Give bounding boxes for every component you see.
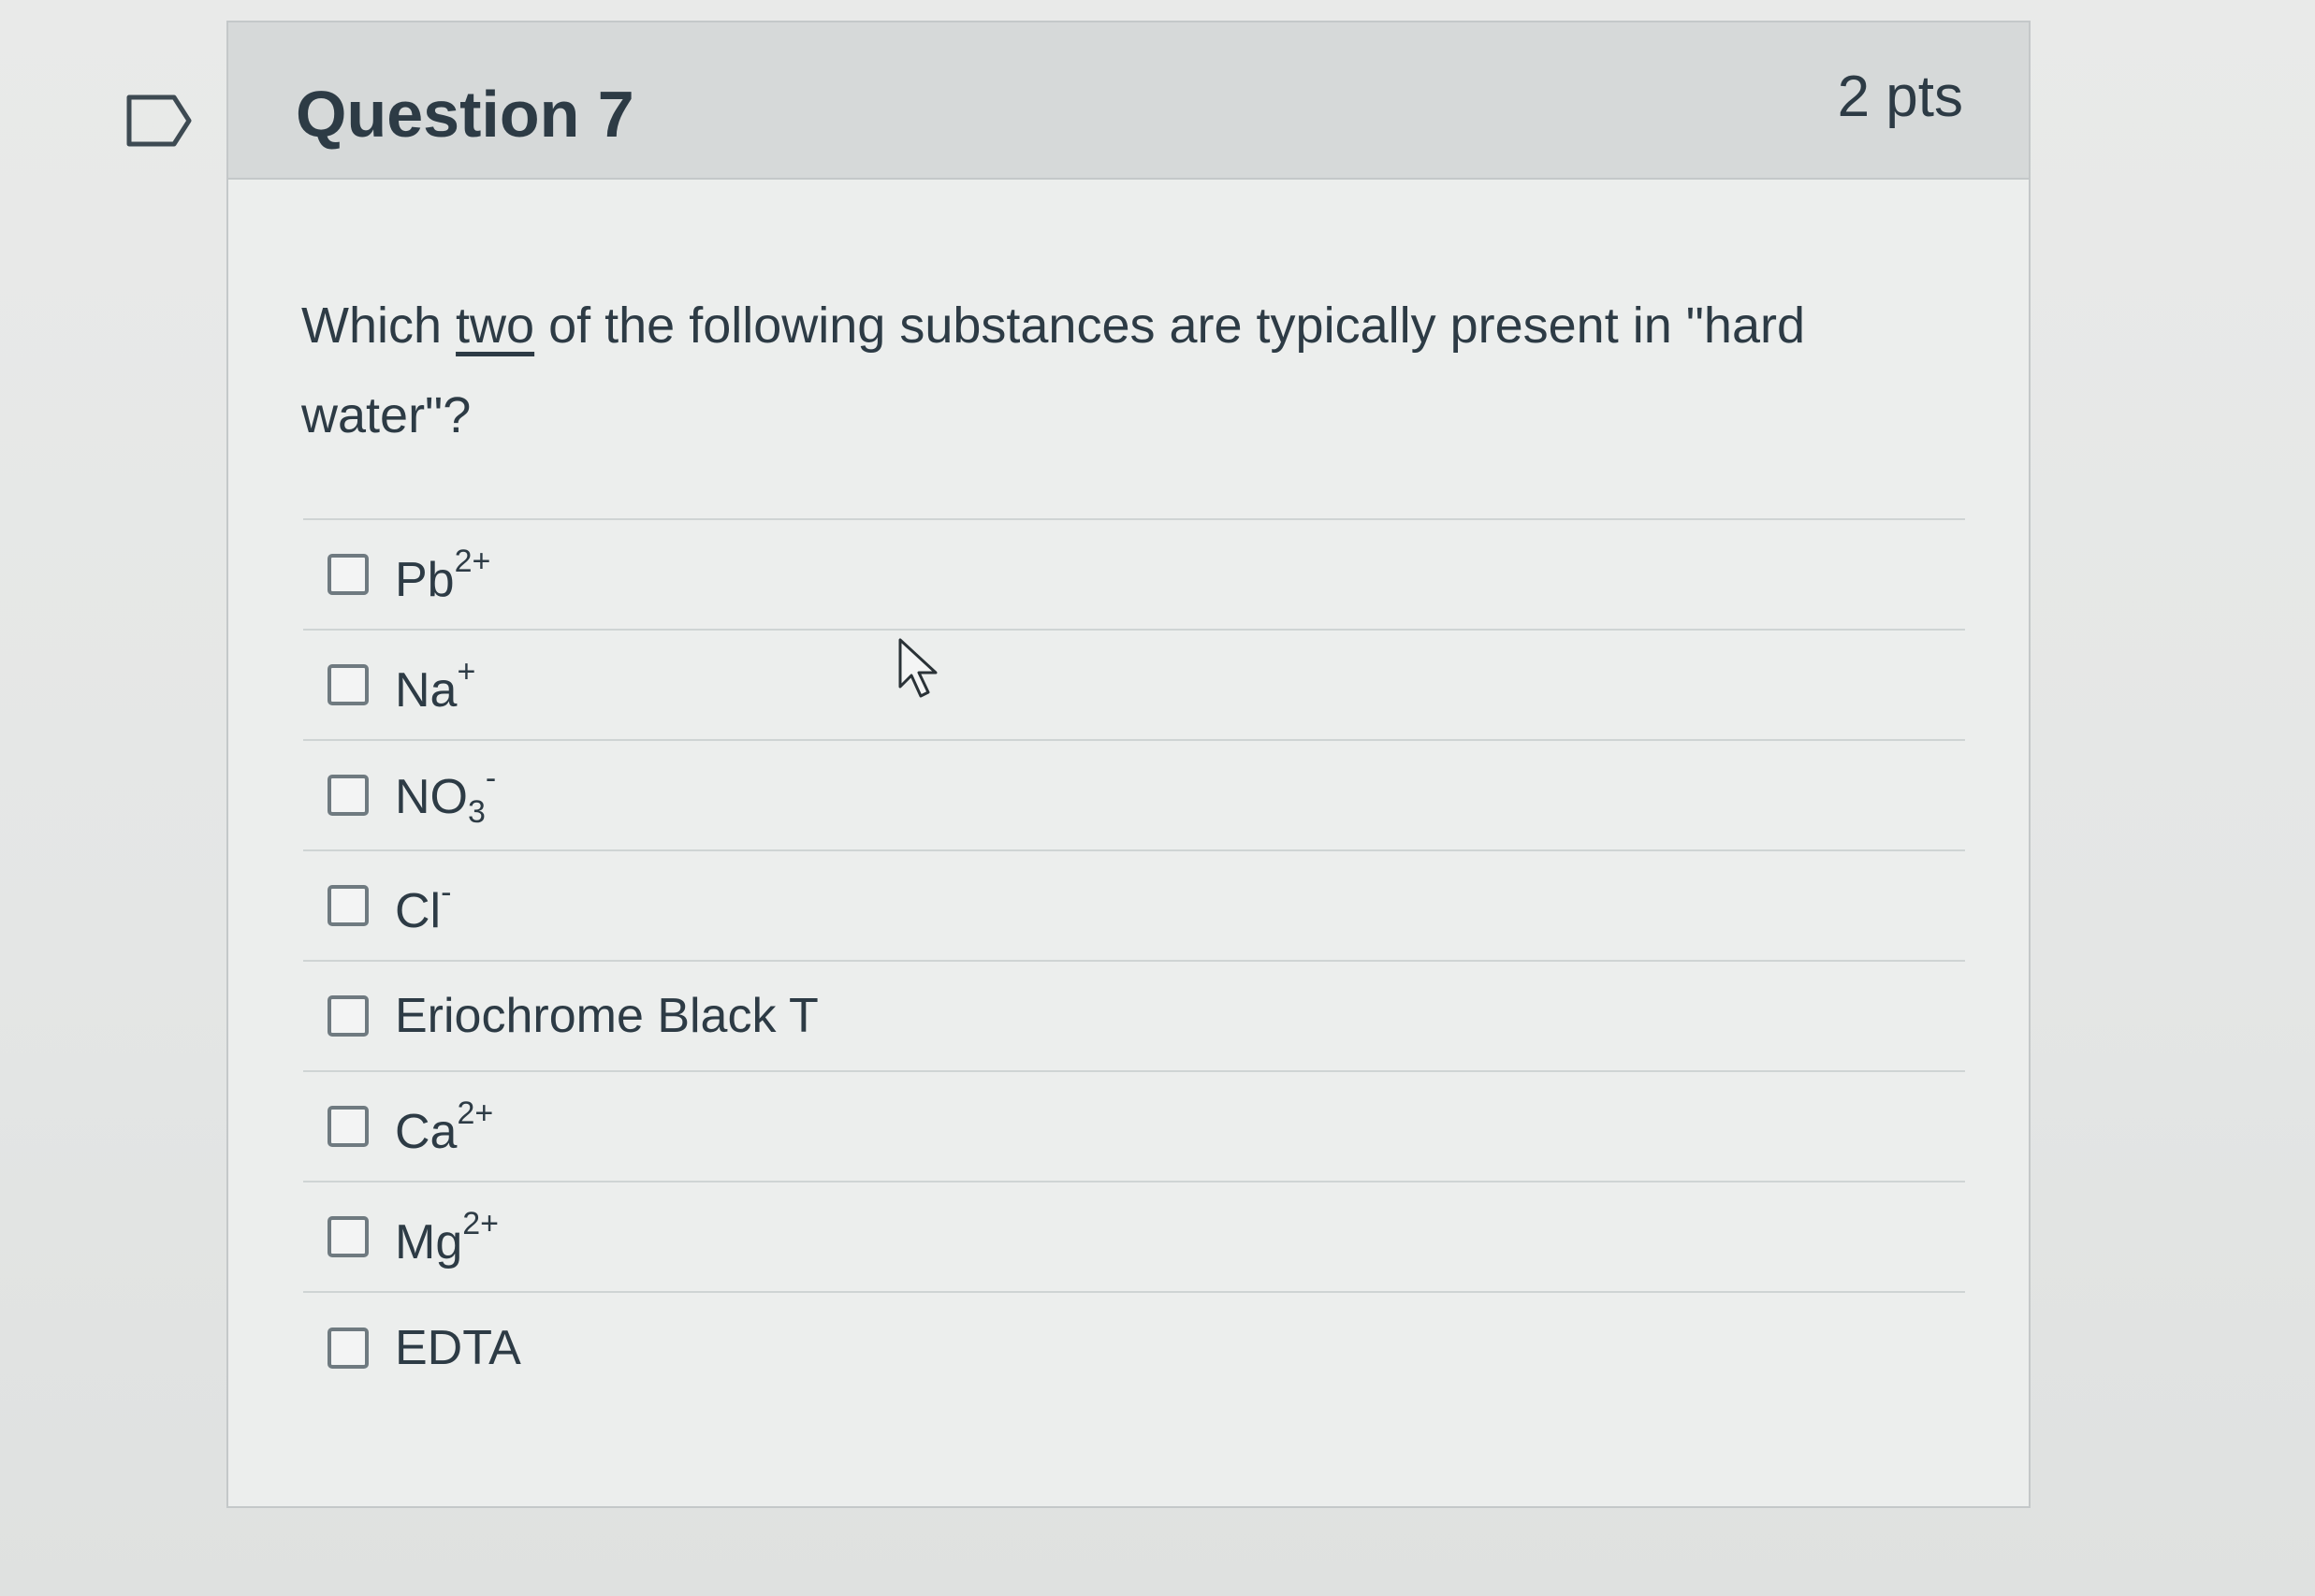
answer-label-base: NO [395, 770, 468, 824]
answer-label: Mg2+ [395, 1208, 499, 1267]
answer-label-sup: 2+ [454, 543, 491, 579]
answer-label: Eriochrome Black T [395, 992, 819, 1040]
answer-label-base: Mg [395, 1214, 463, 1270]
answer-label-sup: - [441, 874, 452, 910]
answer-label-sup: + [457, 653, 476, 689]
answer-checkbox[interactable] [328, 775, 369, 816]
answer-option[interactable]: Cl- [303, 851, 1965, 962]
answer-checkbox[interactable] [328, 554, 369, 595]
answer-label-base: Pb [395, 552, 455, 607]
answer-label-base: Na [395, 662, 458, 718]
answer-option[interactable]: Na+ [303, 631, 1965, 741]
answer-checkbox[interactable] [328, 664, 369, 705]
mouse-pointer-icon [898, 638, 938, 698]
answer-label: Cl- [395, 877, 451, 936]
answer-label-base: EDTA [395, 1321, 521, 1375]
answer-checkbox[interactable] [328, 885, 369, 926]
answer-label-base: Cl [395, 883, 442, 938]
quiz-screen: Question 7 2 pts Which two of the follow… [0, 0, 2315, 1596]
answer-label-sup: 2+ [462, 1205, 500, 1241]
question-text: Which two of the following substances ar… [301, 281, 1948, 460]
answer-label: NO3- [395, 762, 496, 828]
question-header: Question 7 2 pts [228, 22, 2029, 180]
answer-label-sub: 3 [468, 794, 486, 830]
answer-label: EDTA [395, 1324, 521, 1372]
answer-label-base: Ca [395, 1104, 458, 1159]
answer-label: Ca2+ [395, 1097, 493, 1156]
flag-question-icon[interactable] [125, 94, 193, 148]
answer-option[interactable]: NO3- [303, 741, 1965, 851]
answer-option[interactable]: Ca2+ [303, 1072, 1965, 1182]
answer-option[interactable]: EDTA [303, 1293, 1965, 1403]
answer-checkbox[interactable] [328, 1216, 369, 1257]
answer-list: Pb2+ Na+ NO3- Cl- Eriochrome Black T Ca2… [303, 518, 1965, 1403]
question-text-emphasis: two [456, 297, 535, 354]
answer-checkbox[interactable] [328, 995, 369, 1037]
answer-option[interactable]: Mg2+ [303, 1182, 1965, 1293]
answer-option[interactable]: Pb2+ [303, 520, 1965, 631]
answer-checkbox[interactable] [328, 1106, 369, 1147]
question-points: 2 pts [1837, 65, 1963, 129]
answer-label: Pb2+ [395, 545, 490, 604]
answer-option[interactable]: Eriochrome Black T [303, 962, 1965, 1072]
answer-label: Na+ [395, 656, 475, 715]
question-card: Question 7 2 pts Which two of the follow… [226, 21, 2031, 1508]
question-text-start: Which [301, 297, 457, 354]
question-title: Question 7 [296, 78, 634, 151]
answer-checkbox[interactable] [328, 1328, 369, 1369]
answer-label-sup: - [485, 761, 497, 796]
answer-label-base: Eriochrome Black T [395, 989, 819, 1043]
answer-label-sup: 2+ [457, 1095, 494, 1131]
